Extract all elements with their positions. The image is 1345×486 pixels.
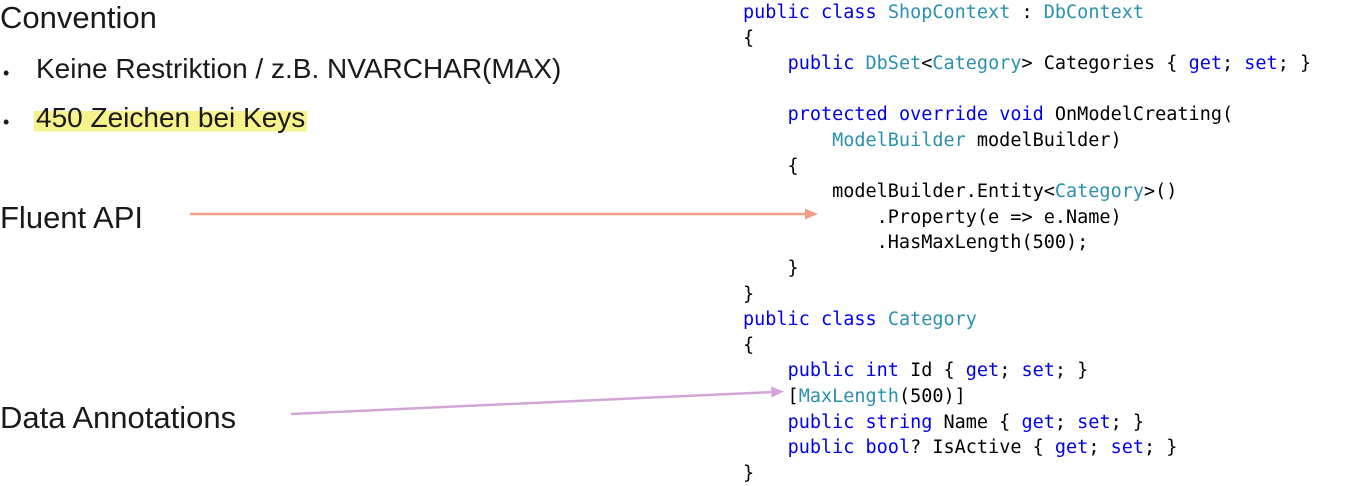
code-keyword: protected bbox=[787, 104, 888, 126]
code-text: modelBuilder.Entity< bbox=[743, 181, 1055, 203]
code-text: { bbox=[743, 155, 799, 177]
code-text: ; } bbox=[1144, 437, 1178, 459]
code-line: } bbox=[743, 461, 1311, 486]
code-text: >() bbox=[1143, 181, 1178, 203]
code-type-name: DbContext bbox=[1043, 2, 1145, 23]
code-keyword: class bbox=[820, 2, 877, 23]
code-keyword: public bbox=[743, 2, 810, 23]
code-text: ; } bbox=[1277, 53, 1312, 75]
code-text: { bbox=[743, 27, 755, 49]
code-keyword: public bbox=[787, 53, 855, 75]
code-line: { bbox=[743, 154, 1311, 180]
code-text: ; bbox=[1088, 437, 1111, 459]
code-line: ModelBuilder modelBuilder) bbox=[743, 128, 1311, 154]
code-keyword: get bbox=[1188, 53, 1222, 75]
code-text: ; bbox=[999, 360, 1022, 382]
code-text: Name { bbox=[932, 411, 1022, 433]
code-type-name: ModelBuilder bbox=[832, 129, 966, 151]
code-text: } bbox=[743, 283, 755, 305]
code-line: .HasMaxLength(500); bbox=[743, 230, 1311, 256]
code-type-name: Category bbox=[887, 309, 977, 331]
fluent-api-arrow bbox=[190, 208, 818, 220]
code-keyword: void bbox=[999, 104, 1044, 126]
code-text: ; bbox=[1221, 53, 1245, 75]
code-keyword: public bbox=[787, 437, 855, 459]
code-text: ? IsActive { bbox=[910, 437, 1055, 459]
code-line: } bbox=[743, 282, 1311, 308]
code-text: ; bbox=[1054, 411, 1078, 433]
code-line: modelBuilder.Entity<Category>() bbox=[743, 179, 1311, 205]
code-text: } bbox=[743, 257, 799, 279]
code-keyword: set bbox=[1077, 411, 1111, 433]
code-text: .HasMaxLength(500); bbox=[743, 232, 1089, 254]
code-text: < bbox=[921, 53, 933, 75]
code-text: } bbox=[743, 462, 755, 484]
code-line: public DbSet<Category> Categories { get;… bbox=[743, 51, 1312, 77]
code-keyword: get bbox=[965, 360, 1000, 382]
code-keyword: override bbox=[898, 104, 989, 126]
code-line: { bbox=[743, 26, 1311, 52]
code-type-name: DbSet bbox=[865, 53, 922, 75]
code-keyword: get bbox=[1054, 437, 1089, 459]
code-text: { bbox=[743, 334, 755, 356]
code-keyword: class bbox=[820, 309, 877, 331]
code-keyword: set bbox=[1244, 53, 1278, 75]
code-line: protected override void OnModelCreating( bbox=[743, 102, 1311, 128]
code-text: OnModelCreating( bbox=[1043, 104, 1234, 126]
code-line: public bool? IsActive { get; set; } bbox=[743, 435, 1311, 461]
code-keyword: get bbox=[1021, 411, 1055, 433]
data-annotations-arrow bbox=[290, 386, 784, 416]
code-line: .Property(e => e.Name) bbox=[743, 205, 1311, 231]
code-line: { bbox=[743, 333, 1311, 359]
code-text: [ bbox=[743, 385, 799, 407]
code-keyword: bool bbox=[865, 437, 911, 459]
code-text: : bbox=[1010, 2, 1044, 23]
code-text: Id { bbox=[898, 360, 966, 382]
code-type-name: MaxLength bbox=[798, 385, 899, 407]
code-line: public class ShopContext : DbContext bbox=[743, 0, 1311, 26]
code-keyword: string bbox=[865, 411, 933, 433]
code-type-name: ShopContext bbox=[887, 2, 1011, 23]
code-line: } bbox=[743, 256, 1311, 282]
code-type-name: Category bbox=[932, 53, 1022, 75]
code-type-name: Category bbox=[1054, 181, 1144, 203]
code-text: ; } bbox=[1054, 360, 1089, 382]
code-keyword: set bbox=[1110, 437, 1145, 459]
code-line: public int Id { get; set; } bbox=[743, 358, 1311, 384]
code-line: public string Name { get; set; } bbox=[743, 410, 1311, 436]
code-text: ; } bbox=[1110, 411, 1145, 433]
code-keyword: public bbox=[743, 309, 810, 331]
code-line: [MaxLength(500)] bbox=[743, 384, 1311, 410]
code-line: public class Category bbox=[743, 307, 1311, 333]
code-keyword: set bbox=[1021, 360, 1055, 382]
code-text: .Property(e => e.Name) bbox=[743, 206, 1122, 228]
code-keyword: public bbox=[787, 360, 855, 382]
code-keyword: public bbox=[787, 411, 855, 433]
code-keyword: int bbox=[865, 360, 899, 382]
code-text: > Categories { bbox=[1021, 53, 1189, 75]
code-block: public class ShopContext : DbContext{ pu… bbox=[743, 0, 1311, 486]
code-text: modelBuilder) bbox=[965, 129, 1122, 151]
code-text: (500)] bbox=[898, 385, 966, 407]
